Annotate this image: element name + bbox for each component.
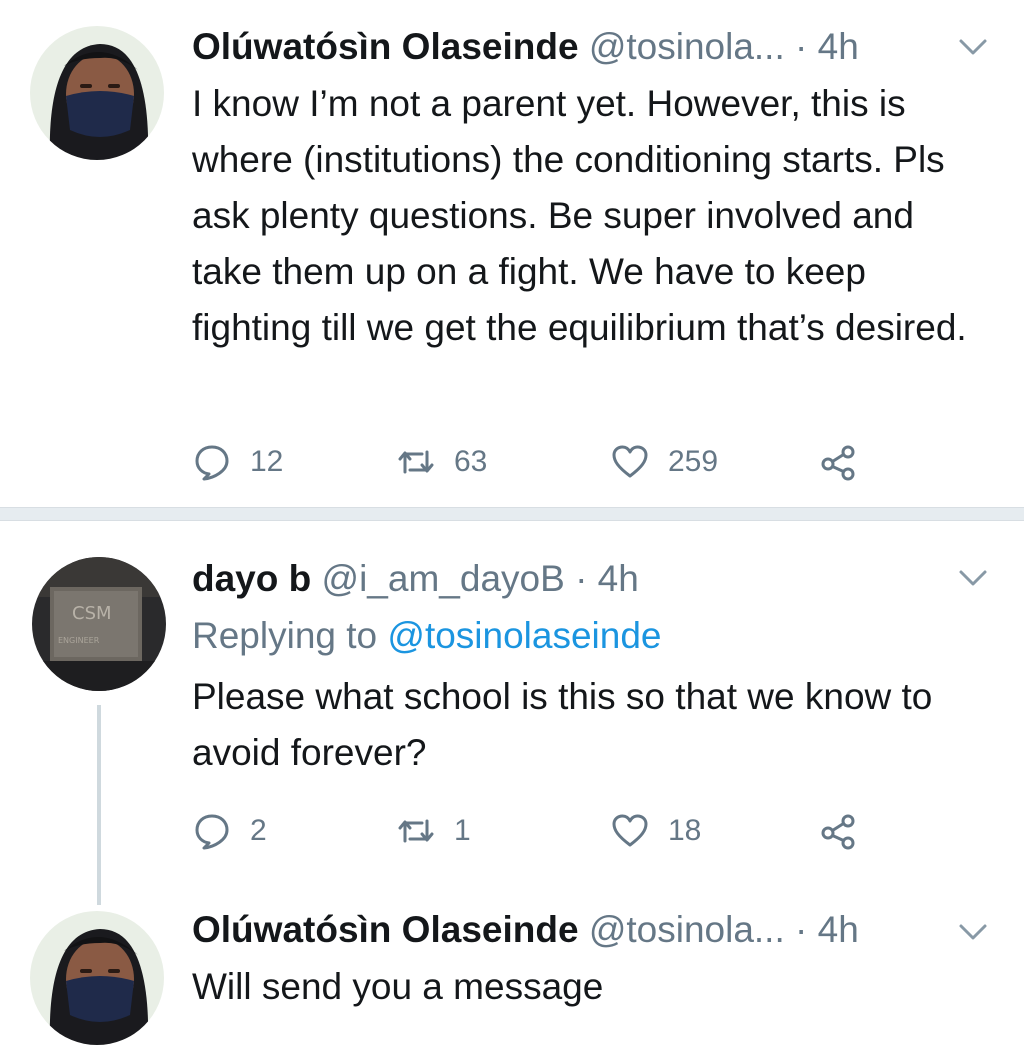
like-button[interactable]: 259 — [610, 442, 718, 482]
tweet-header: Olúwatósìn Olaseinde @tosinola... · 4h — [192, 25, 859, 69]
tweet-text: I know I’m not a parent yet. However, th… — [192, 83, 967, 348]
retweet-button[interactable]: 1 — [396, 811, 471, 851]
like-count: 18 — [668, 814, 702, 847]
like-count: 259 — [668, 445, 719, 478]
tweet-text: Please what school is this so that we kn… — [192, 676, 933, 773]
chevron-down-icon[interactable] — [958, 569, 988, 587]
author-handle[interactable]: @i_am_dayoB — [322, 558, 565, 599]
tweet-3[interactable]: Olúwatósìn Olaseinde @tosinola... · 4h W… — [0, 905, 1024, 1045]
avatar[interactable] — [30, 26, 164, 160]
mention-link[interactable]: @tosinolaseinde — [387, 615, 661, 656]
heart-icon — [612, 814, 648, 847]
reply-button[interactable]: 12 — [192, 442, 283, 482]
retweet-count: 1 — [454, 814, 471, 847]
thread-connector-line — [97, 705, 101, 905]
chevron-down-icon[interactable] — [958, 923, 988, 941]
share-button[interactable] — [818, 442, 858, 482]
chevron-down-icon[interactable] — [958, 38, 988, 56]
separator-dot: · — [575, 558, 588, 599]
timestamp[interactable]: 4h — [818, 909, 859, 950]
svg-text:CSM: CSM — [72, 603, 112, 624]
timestamp[interactable]: 4h — [598, 558, 639, 599]
retweet-icon — [398, 450, 434, 474]
avatar-image — [30, 911, 164, 1045]
tweet-2[interactable]: CSM ENGINEER dayo b @i_am_dayoB · 4h Rep… — [0, 521, 1024, 911]
share-icon — [821, 814, 855, 850]
avatar[interactable]: CSM ENGINEER — [32, 557, 166, 691]
separator-dot: · — [795, 26, 808, 67]
retweet-icon — [398, 819, 434, 843]
replying-to: Replying to @tosinolaseinde — [192, 614, 662, 658]
retweet-button[interactable]: 63 — [396, 442, 487, 482]
author-name[interactable]: Olúwatósìn Olaseinde — [192, 26, 579, 67]
avatar-image — [30, 26, 164, 160]
replying-label: Replying to — [192, 615, 378, 656]
reply-icon — [195, 814, 229, 850]
retweet-count: 63 — [454, 445, 488, 478]
heart-icon — [612, 445, 648, 478]
reply-count: 12 — [250, 445, 284, 478]
reply-icon — [195, 445, 229, 481]
divider — [0, 507, 1024, 521]
author-handle[interactable]: @tosinola... — [589, 909, 785, 950]
author-handle[interactable]: @tosinola... — [589, 26, 785, 67]
tweet-header: dayo b @i_am_dayoB · 4h — [192, 557, 639, 601]
tweet-actions: 12 63 259 — [192, 442, 892, 482]
author-name[interactable]: Olúwatósìn Olaseinde — [192, 909, 579, 950]
share-icon — [821, 445, 855, 481]
tweet-text: Will send you a message — [192, 966, 604, 1007]
author-name[interactable]: dayo b — [192, 558, 311, 599]
tweet-actions: 2 1 18 — [192, 811, 892, 851]
separator-dot: · — [795, 909, 808, 950]
svg-text:ENGINEER: ENGINEER — [58, 636, 100, 645]
reply-button[interactable]: 2 — [192, 811, 267, 851]
avatar-image: CSM ENGINEER — [32, 557, 166, 691]
share-button[interactable] — [818, 811, 858, 851]
avatar[interactable] — [30, 911, 164, 1045]
tweet-header: Olúwatósìn Olaseinde @tosinola... · 4h — [192, 908, 859, 952]
like-button[interactable]: 18 — [610, 811, 701, 851]
reply-count: 2 — [250, 814, 267, 847]
tweet-1[interactable]: Olúwatósìn Olaseinde @tosinola... · 4h I… — [0, 0, 1024, 507]
timestamp[interactable]: 4h — [818, 26, 859, 67]
